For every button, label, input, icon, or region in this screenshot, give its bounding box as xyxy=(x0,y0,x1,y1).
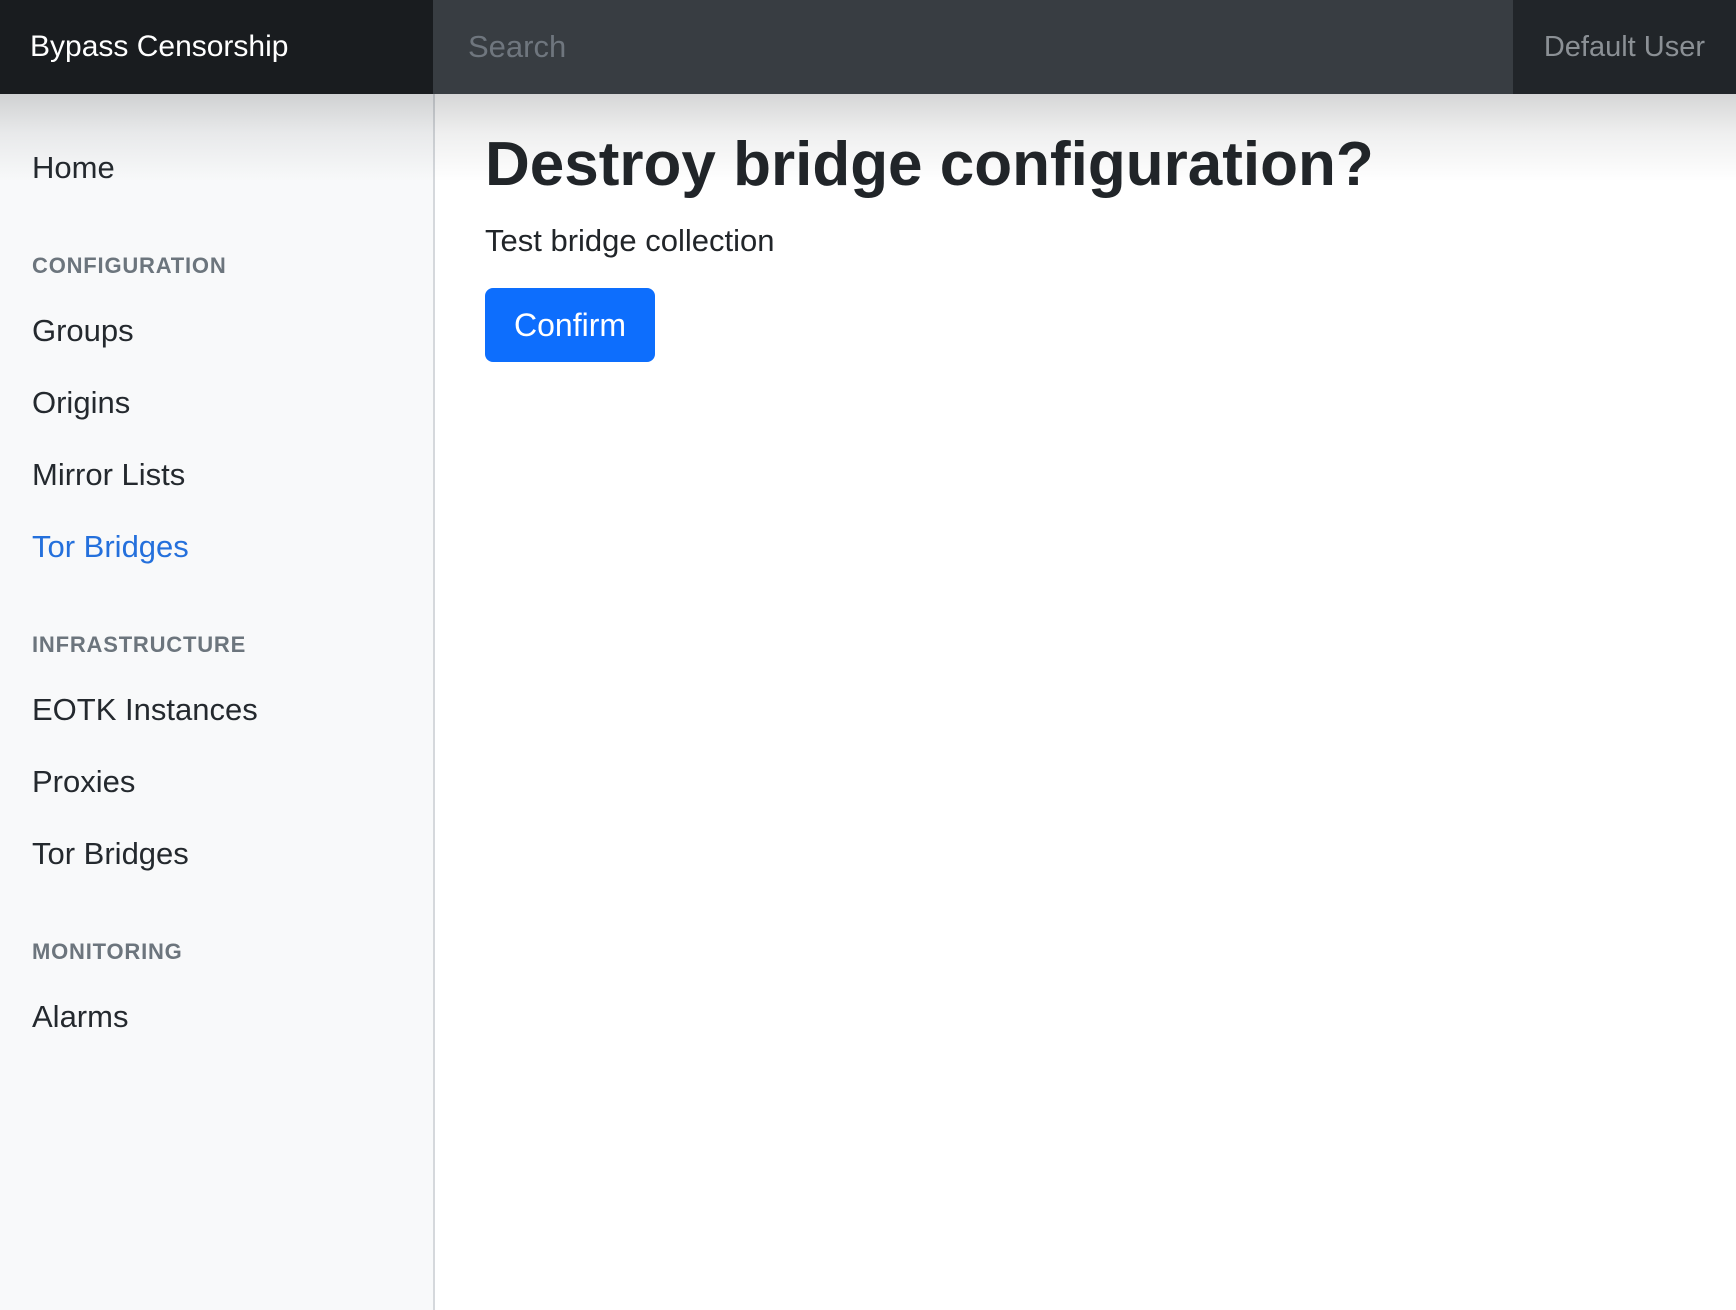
sidebar: Home Configuration Groups Origins Mirror… xyxy=(0,94,435,1310)
search-input[interactable] xyxy=(433,0,1513,94)
sidebar-heading-infrastructure: Infrastructure xyxy=(32,632,247,657)
user-menu[interactable]: Default User xyxy=(1512,0,1736,94)
confirm-button[interactable]: Confirm xyxy=(485,288,656,362)
sidebar-item-proxies[interactable]: Proxies xyxy=(0,746,433,818)
top-navbar: Bypass Censorship Default User xyxy=(0,0,1736,94)
sidebar-item-groups[interactable]: Groups xyxy=(0,295,433,367)
sidebar-item-tor-bridges[interactable]: Tor Bridges xyxy=(0,511,433,583)
sidebar-item-origins[interactable]: Origins xyxy=(0,367,433,439)
page-subtitle: Test bridge collection xyxy=(485,223,775,258)
sidebar-item-mirror-lists[interactable]: Mirror Lists xyxy=(0,439,433,511)
main-content: Destroy bridge configuration? Test bridg… xyxy=(435,94,1736,1310)
sidebar-item-tor-bridges-infra[interactable]: Tor Bridges xyxy=(0,818,433,890)
app-brand[interactable]: Bypass Censorship xyxy=(0,0,433,94)
app-root: Bypass Censorship Default User Home Conf… xyxy=(0,0,1736,1310)
user-menu-label: Default User xyxy=(1543,30,1705,63)
sidebar-heading-monitoring: Monitoring xyxy=(32,939,183,964)
sidebar-nav-list: Home Configuration Groups Origins Mirror… xyxy=(0,94,433,1053)
sidebar-item-eotk-instances[interactable]: EOTK Instances xyxy=(0,674,433,746)
page-title: Destroy bridge configuration? xyxy=(485,130,1374,199)
sidebar-item-home[interactable]: Home xyxy=(0,132,433,204)
sidebar-heading-configuration: Configuration xyxy=(32,253,227,278)
sidebar-item-alarms[interactable]: Alarms xyxy=(0,981,433,1053)
